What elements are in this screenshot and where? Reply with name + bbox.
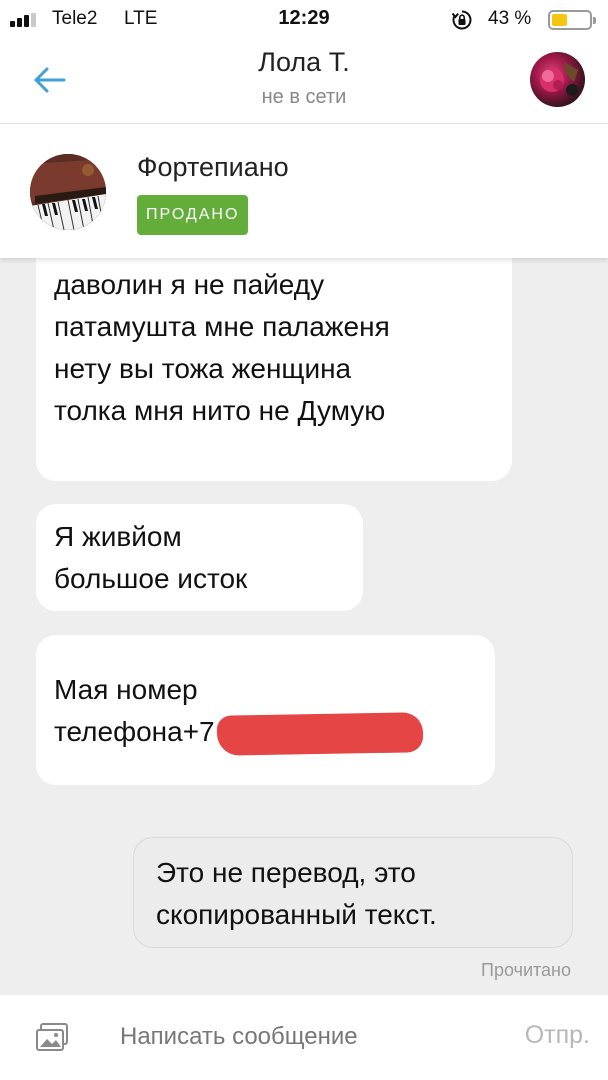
message-text: даволин я не пайеду патамушта мне палаже…	[54, 269, 390, 426]
read-receipt: Прочитано	[481, 960, 571, 980]
carrier-name: Tele2	[52, 8, 98, 29]
redacted-phone-number	[216, 711, 423, 756]
sold-status-badge: ПРОДАНО	[137, 195, 249, 235]
contact-name[interactable]: Лола Т.	[258, 47, 349, 78]
network-type: LTE	[124, 8, 158, 29]
listing-thumbnail	[30, 154, 106, 230]
message-text: Я живйом большое исток	[54, 521, 248, 594]
attach-photo-button[interactable]	[35, 1022, 71, 1054]
rotation-lock-icon	[451, 10, 472, 30]
image-attach-icon	[36, 1023, 68, 1051]
contact-avatar[interactable]	[530, 52, 585, 107]
message-composer: Отпр.	[0, 995, 608, 1080]
send-button[interactable]: Отпр.	[525, 1021, 590, 1050]
outgoing-message: Это не перевод, это скопированный текст.	[133, 837, 573, 948]
battery-level	[552, 14, 567, 26]
message-text: Мая номер телефона+7	[54, 669, 495, 756]
clock: 12:29	[278, 7, 330, 29]
message-input[interactable]	[120, 1015, 480, 1059]
message-line: Мая номер телефона+7	[54, 674, 215, 747]
incoming-message: Я живйом большое исток	[36, 504, 363, 611]
status-bar: Tele2 LTE 12:29 43 %	[0, 0, 608, 40]
signal-icon	[10, 13, 44, 27]
battery-icon	[548, 10, 596, 30]
listing-card[interactable]: Фортепиано ПРОДАНО	[0, 124, 608, 258]
incoming-message: Мая номер телефона+7	[36, 635, 495, 785]
battery-percent: 43 %	[488, 8, 532, 29]
message-text: Это не перевод, это скопированный текст.	[156, 857, 437, 930]
listing-title: Фортепиано	[137, 152, 289, 182]
message-list[interactable]: даволин я не пайеду патамушта мне палаже…	[0, 258, 608, 995]
chat-header: Лола Т. не в сети	[0, 40, 608, 124]
incoming-message: даволин я не пайеду патамушта мне палаже…	[36, 258, 512, 481]
contact-status: не в сети	[261, 86, 347, 108]
